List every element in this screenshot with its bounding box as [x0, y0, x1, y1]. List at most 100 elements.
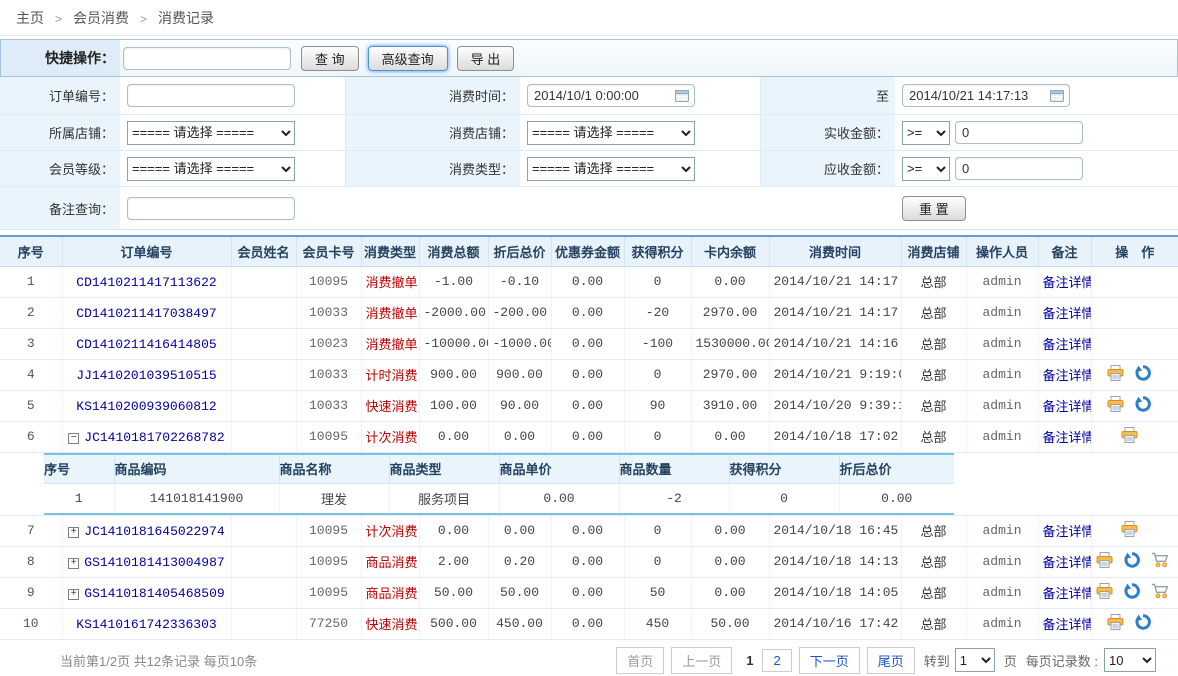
note-detail-link[interactable]: 备注详情 [1043, 555, 1092, 570]
order-no-input[interactable] [127, 84, 295, 107]
order-link[interactable]: KS1410200939060812 [76, 399, 216, 414]
note-detail-link[interactable]: 备注详情 [1043, 524, 1092, 539]
print-icon[interactable] [1096, 583, 1113, 602]
card-no-cell: 10023 [296, 328, 361, 359]
per-page-select[interactable]: 10 [1104, 648, 1156, 672]
last-page-button[interactable]: 尾页 [867, 647, 915, 674]
expand-icon[interactable]: + [68, 558, 79, 569]
received-amount-operator-select[interactable]: >= [902, 121, 950, 145]
member-name-cell [231, 546, 296, 577]
receivable-amount-operator-select[interactable]: >= [902, 157, 950, 181]
points-cell: -20 [624, 297, 691, 328]
print-icon[interactable] [1107, 614, 1124, 633]
first-page-button[interactable]: 首页 [616, 647, 664, 674]
operations-cell [1091, 328, 1178, 359]
expand-icon[interactable]: + [68, 589, 79, 600]
goto-page-select[interactable]: 1 [955, 648, 995, 672]
consume-time-end-input[interactable] [902, 84, 1070, 107]
quick-search-input[interactable] [123, 47, 291, 70]
consume-store-select[interactable]: ===== 请选择 ===== [527, 121, 695, 145]
reset-button[interactable]: 重 置 [902, 196, 966, 221]
note-detail-link[interactable]: 备注详情 [1043, 617, 1092, 632]
consume-type-select[interactable]: ===== 请选择 ===== [527, 157, 695, 181]
balance-cell: 2970.00 [691, 359, 769, 390]
breadcrumb-item[interactable]: 消费记录 [158, 10, 214, 26]
print-icon[interactable] [1107, 365, 1124, 384]
note-detail-link[interactable]: 备注详情 [1043, 430, 1092, 445]
print-icon[interactable] [1096, 552, 1113, 571]
expand-icon[interactable]: + [68, 527, 79, 538]
consume-time-cell: 2014/10/20 9:39:16 [769, 390, 901, 421]
row-index: 7 [0, 515, 62, 546]
order-link[interactable]: JJ1410201039510515 [76, 368, 216, 383]
cart-icon[interactable] [1151, 552, 1169, 571]
cart-icon[interactable] [1151, 583, 1169, 602]
order-link[interactable]: CD1410211417038497 [76, 306, 216, 321]
next-page-button[interactable]: 下一页 [799, 647, 860, 674]
page-2-button[interactable]: 2 [762, 649, 791, 672]
card-no-cell: 10095 [296, 266, 361, 297]
order-link[interactable]: KS1410161742336303 [76, 617, 216, 632]
consume-time-start-input[interactable] [527, 84, 695, 107]
quick-operations-fields: 查 询 高级查询 导 出 [120, 40, 1177, 76]
export-button[interactable]: 导 出 [457, 46, 515, 71]
pagination-summary: 当前第1/2页 共12条记录 每页10条 [60, 651, 257, 670]
total-amount-cell: 2.00 [419, 546, 488, 577]
subtable-column-header: 商品数量 [619, 454, 729, 484]
received-amount-input[interactable] [955, 121, 1083, 144]
print-icon[interactable] [1107, 396, 1124, 415]
balance-cell: 1530000.00 [691, 328, 769, 359]
print-icon[interactable] [1121, 427, 1138, 446]
note-query-input[interactable] [127, 197, 295, 220]
note-detail-link[interactable]: 备注详情 [1043, 368, 1092, 383]
table-row: 7+JC141018164502297410095计次消费0.000.000.0… [0, 515, 1178, 546]
breadcrumb-item[interactable]: 主页 [16, 10, 44, 26]
member-name-cell [231, 266, 296, 297]
undo-icon[interactable] [1135, 396, 1151, 415]
card-no-cell: 10095 [296, 515, 361, 546]
print-icon[interactable] [1121, 521, 1138, 540]
consume-type-cell: 计次消费 [361, 515, 419, 546]
card-no-cell: 10095 [296, 421, 361, 452]
note-detail-link[interactable]: 备注详情 [1043, 275, 1092, 290]
breadcrumb-item[interactable]: 会员消费 [73, 10, 129, 26]
note-detail-link[interactable]: 备注详情 [1043, 399, 1092, 414]
total-amount-cell: -1.00 [419, 266, 488, 297]
receivable-amount-input[interactable] [955, 157, 1083, 180]
order-link[interactable]: GS1410181413004987 [84, 555, 224, 570]
subtable-cell: 0.00 [839, 484, 954, 514]
calendar-icon[interactable] [675, 89, 689, 105]
order-link[interactable]: CD1410211417113622 [76, 275, 216, 290]
coupon-amount-cell: 0.00 [551, 421, 624, 452]
collapse-icon[interactable]: − [68, 433, 79, 444]
order-link[interactable]: JC1410181702268782 [84, 430, 224, 445]
undo-icon[interactable] [1135, 365, 1151, 384]
order-link[interactable]: GS1410181405468509 [84, 586, 224, 601]
member-level-select[interactable]: ===== 请选择 ===== [127, 157, 295, 181]
subtable-header-row: 序号商品编码商品名称商品类型商品单价商品数量获得积分折后总价 [44, 454, 954, 484]
order-no-cell: + GS1410181405468509 [62, 577, 231, 608]
operations-cell [1091, 266, 1178, 297]
breadcrumb: 主页>会员消费>消费记录 [0, 0, 1178, 36]
note-detail-link[interactable]: 备注详情 [1043, 306, 1092, 321]
undo-icon[interactable] [1124, 552, 1140, 571]
subtable-column-header: 折后总价 [839, 454, 954, 484]
prev-page-button[interactable]: 上一页 [671, 647, 732, 674]
note-detail-link[interactable]: 备注详情 [1043, 586, 1092, 601]
quick-operations-bar: 快捷操作： 查 询 高级查询 导 出 [0, 39, 1178, 77]
undo-icon[interactable] [1124, 583, 1140, 602]
calendar-icon[interactable] [1050, 89, 1064, 105]
note-cell: 备注详情 [1038, 577, 1091, 608]
order-link[interactable]: JC1410181645022974 [84, 524, 224, 539]
undo-icon[interactable] [1135, 614, 1151, 633]
note-query-label: 备注查询： [0, 187, 120, 229]
table-row: 6−JC141018170226878210095计次消费0.000.000.0… [0, 421, 1178, 452]
own-store-select[interactable]: ===== 请选择 ===== [127, 121, 295, 145]
coupon-amount-cell: 0.00 [551, 390, 624, 421]
advanced-query-button[interactable]: 高级查询 [368, 46, 448, 71]
discounted-amount-cell: -1000.00 [488, 328, 551, 359]
order-link[interactable]: CD1410211416414805 [76, 337, 216, 352]
query-button[interactable]: 查 询 [301, 46, 359, 71]
own-store-label: 所属店铺： [0, 115, 120, 150]
note-detail-link[interactable]: 备注详情 [1043, 337, 1092, 352]
